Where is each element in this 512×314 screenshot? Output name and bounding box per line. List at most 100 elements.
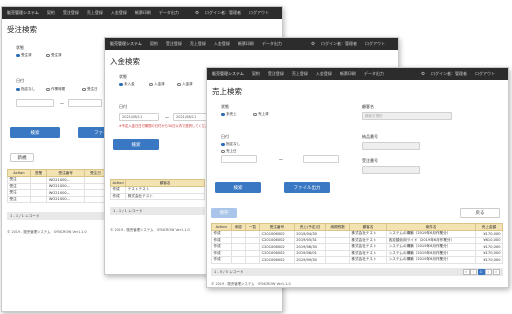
nav-print[interactable]: 帳票印刷: [340, 71, 356, 77]
date-radio-none[interactable]: 指定なし: [16, 87, 35, 92]
brand[interactable]: 販売管理システム: [7, 10, 39, 16]
order-table: Action 営業 受注番号 受注日 受注 WO21000... 受注 WO2100…: [7, 169, 108, 203]
table-row[interactable]: 作成 株式会社テスト: [109, 192, 205, 200]
nav-export[interactable]: データ出力: [364, 71, 384, 77]
nav-export[interactable]: データ出力: [262, 41, 282, 47]
date-label: 日付: [119, 104, 127, 109]
copyright: © 2019 - 販売管理システム SYNCROW Ver1.1.0: [7, 230, 87, 234]
status-radio-unsold[interactable]: 未売上: [221, 112, 237, 117]
back-button[interactable]: 戻る: [460, 208, 500, 218]
date-to-input[interactable]: [303, 155, 339, 163]
table-footer: 1 - 5 / 5 レコード: [211, 268, 503, 276]
nav-print[interactable]: 帳票印刷: [135, 10, 151, 16]
col-order-no: 受注番号: [46, 169, 85, 177]
status-radio-paid[interactable]: 入金済: [149, 82, 165, 87]
status-radio-sold[interactable]: 売上済: [253, 112, 269, 117]
date-label: 日付: [221, 134, 229, 139]
login-user[interactable]: ログイン者：管理者: [321, 41, 357, 47]
date-radio-order[interactable]: 受注日: [82, 87, 98, 92]
nav-sales[interactable]: 売上登録: [292, 71, 308, 77]
logout-link[interactable]: ログアウト: [249, 10, 269, 16]
date-radio-work[interactable]: 作業時間: [46, 87, 65, 92]
status-radio-paid-2[interactable]: 入金済: [177, 82, 193, 87]
status-label: 状態: [119, 74, 127, 79]
page-title: 売上検索: [212, 87, 242, 96]
nav-order[interactable]: 受注登録: [268, 71, 284, 77]
page-1-button[interactable]: 1: [477, 269, 485, 275]
col-action: Action: [7, 169, 31, 177]
status-radio-1[interactable]: 受注済: [16, 53, 32, 58]
last-page-button[interactable]: »: [492, 269, 500, 275]
col-list: 一覧: [244, 223, 261, 231]
customer-label: 顧客名: [362, 104, 374, 109]
col-amount: 売上金額: [474, 223, 504, 231]
date-radio-sales[interactable]: 売上日: [221, 149, 237, 154]
gear-icon[interactable]: ⚙: [311, 42, 315, 47]
first-page-button[interactable]: «: [462, 269, 470, 275]
customer-select[interactable]: 顧客を選択: [362, 112, 452, 120]
nav-order[interactable]: 受注登録: [63, 10, 79, 16]
date-error-text: ※予定入金日日付期間の日付から30日以内で選択してください: [119, 124, 212, 128]
nav-payment[interactable]: 入金登録: [214, 41, 230, 47]
col-action: Action: [109, 179, 127, 187]
payment-no-input[interactable]: [362, 142, 420, 150]
table-row[interactable]: 作成 C201006002 2019/09/30 株式会社テスト システムの構築（201…: [211, 256, 504, 264]
nav-print[interactable]: 帳票印刷: [238, 41, 254, 47]
payment-no-label: 納品番号: [362, 134, 378, 139]
page-title: 受注検索: [7, 25, 37, 34]
col-action: Action: [211, 223, 232, 231]
search-button[interactable]: 検索: [215, 182, 261, 193]
login-user[interactable]: ログイン者：管理者: [431, 71, 467, 77]
order-no-label: 受注番号: [362, 158, 378, 163]
top-nav: 販売管理システム 契約 受注登録 売上登録 入金登録 帳票印刷 データ出力 ⚙ …: [2, 7, 282, 19]
copyright: © 2019 - 販売管理システム SYNCROW Ver1.1.0: [110, 228, 190, 232]
date-from-input[interactable]: 2021/08/11: [119, 113, 159, 121]
brand[interactable]: 販売管理システム: [110, 41, 142, 47]
col-approve: 承認: [230, 223, 246, 231]
col-project: 案件名: [386, 223, 476, 231]
page-title: 入金検索: [110, 57, 140, 66]
nav-export[interactable]: データ出力: [159, 10, 179, 16]
col-delivery: 納期残数: [325, 223, 350, 231]
logout-link[interactable]: ログアウト: [475, 71, 495, 77]
nav-sales[interactable]: 売上登録: [190, 41, 206, 47]
col-customer: 顧客名: [348, 223, 388, 231]
screenshot-stage: 販売管理システム 契約 受注登録 売上登録 入金登録 帳票印刷 データ出力 ⚙ …: [0, 0, 512, 314]
tilde: 〜: [165, 115, 169, 120]
date-to-input[interactable]: [68, 99, 102, 107]
date-radio-none[interactable]: 指定なし: [221, 142, 240, 147]
sales-table: Action 承認 一覧 受注番号 売上(予定)日 納期残数 顧客名 案件名 売…: [211, 223, 504, 264]
save-button[interactable]: 保存: [211, 208, 237, 218]
search-button[interactable]: 検索: [113, 139, 159, 150]
order-no-input[interactable]: [362, 166, 420, 174]
file-export-button[interactable]: ファイル出力: [284, 182, 330, 193]
logout-link[interactable]: ログアウト: [365, 41, 385, 47]
table-row[interactable]: 受注 WO21000...: [7, 195, 108, 203]
status-label: 状態: [16, 45, 24, 50]
prev-page-button[interactable]: ‹: [470, 269, 477, 275]
date-from-input[interactable]: [16, 99, 54, 107]
nav-contract[interactable]: 契約: [150, 41, 158, 47]
status-label: 状態: [221, 104, 229, 109]
nav-contract[interactable]: 契約: [252, 71, 260, 77]
search-button[interactable]: 検索: [10, 127, 60, 138]
nav-sales[interactable]: 売上登録: [87, 10, 103, 16]
status-radio-unpaid[interactable]: 未入金: [119, 82, 135, 87]
date-to-input[interactable]: 2021/08/11: [173, 113, 209, 121]
gear-icon[interactable]: ⚙: [421, 72, 425, 77]
col-order-no: 受注番号: [259, 223, 295, 231]
brand[interactable]: 販売管理システム: [212, 71, 244, 77]
date-from-input[interactable]: [221, 155, 257, 163]
new-button[interactable]: 新規: [10, 153, 34, 162]
nav-contract[interactable]: 契約: [47, 10, 55, 16]
nav-payment[interactable]: 入金登録: [111, 10, 127, 16]
nav-order[interactable]: 受注登録: [166, 41, 182, 47]
gear-icon[interactable]: ⚙: [195, 11, 199, 16]
status-radio-2[interactable]: 受注済: [46, 53, 62, 58]
next-page-button[interactable]: ›: [485, 269, 492, 275]
col-sales: 営業: [29, 169, 48, 177]
table-footer: 1 - 1 / 1 レコード: [7, 212, 107, 220]
nav-payment[interactable]: 入金登録: [316, 71, 332, 77]
date-label: 日付: [16, 78, 24, 83]
login-user[interactable]: ログイン者：管理者: [205, 10, 241, 16]
